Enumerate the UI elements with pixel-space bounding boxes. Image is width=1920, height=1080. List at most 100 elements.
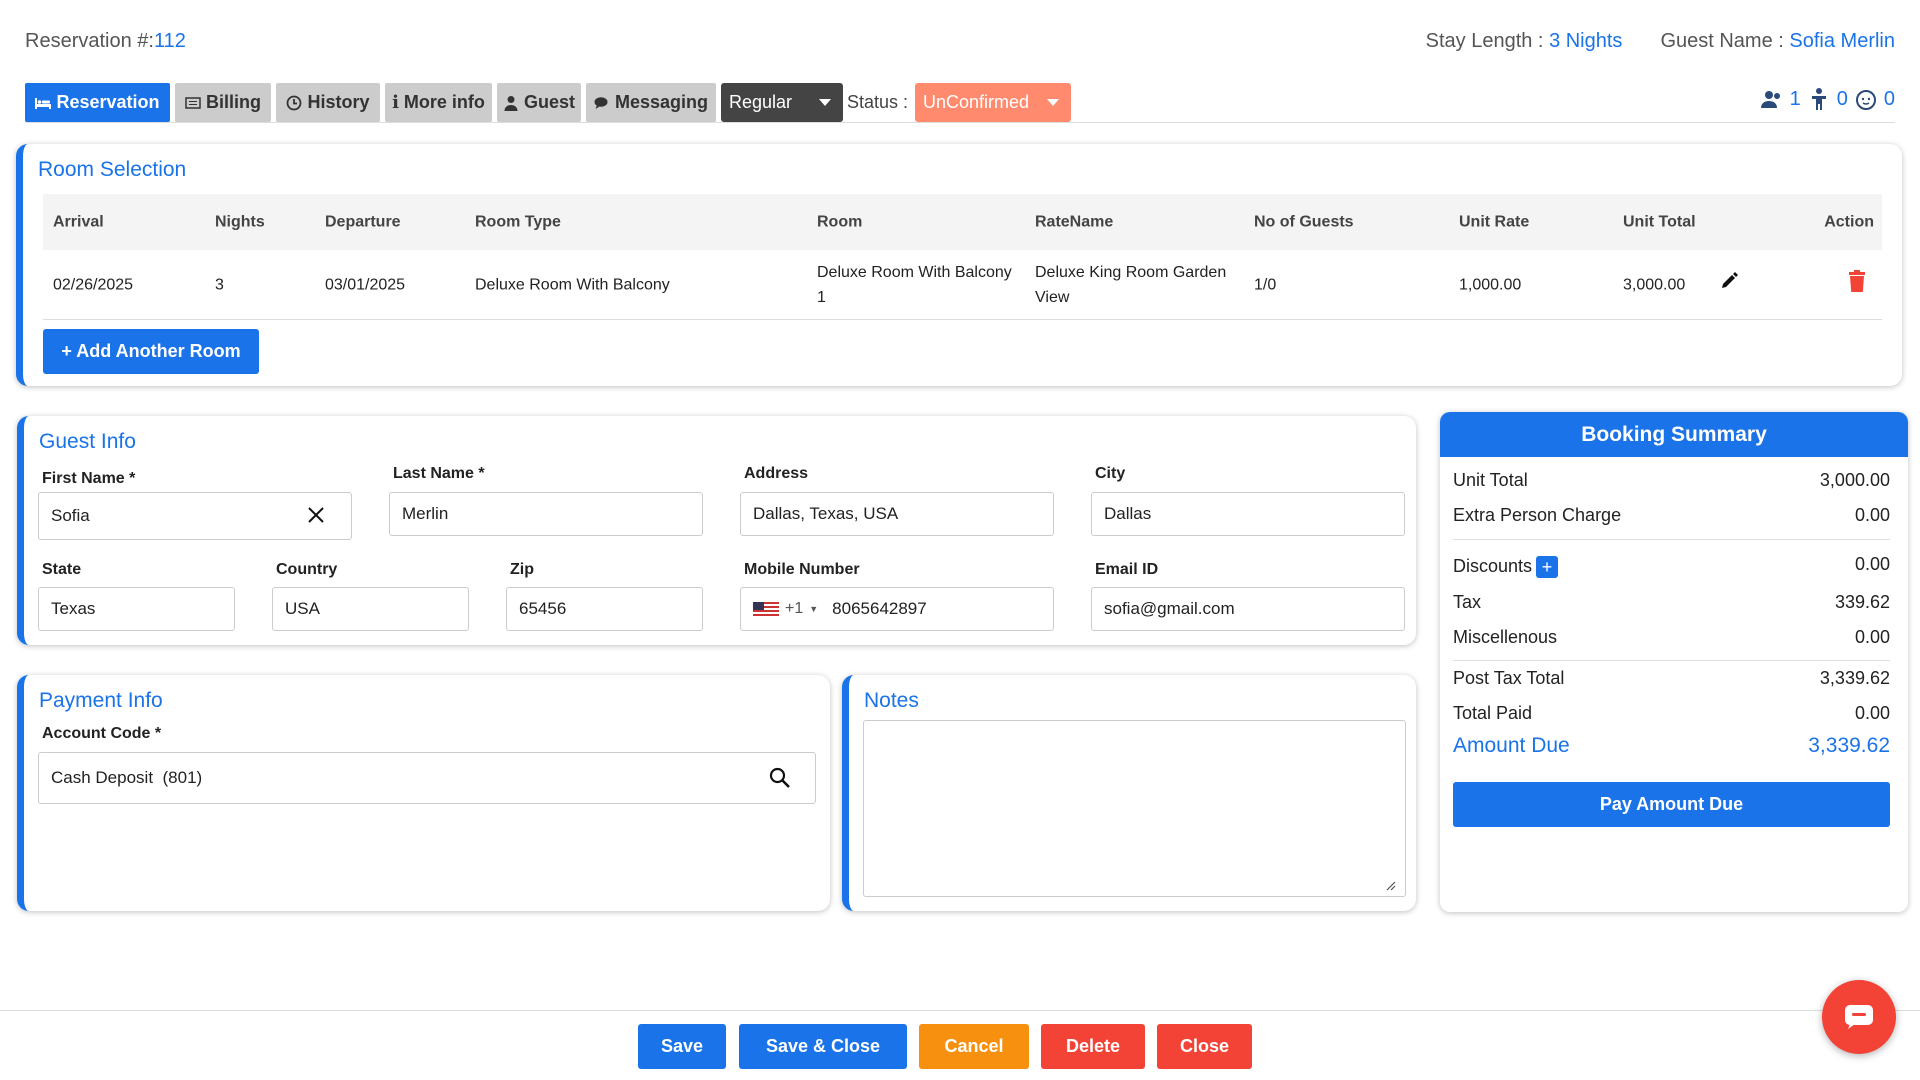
room-selection-card: Room Selection Arrival Nights Departure … [16, 144, 1902, 386]
post-tax-label: Post Tax Total [1453, 668, 1565, 688]
booking-summary-card: Booking Summary Unit Total 3,000.00 Extra… [1440, 412, 1908, 912]
total-paid-label: Total Paid [1453, 703, 1533, 723]
reservation-number: Reservation #:112 [25, 30, 186, 53]
notes-textarea[interactable] [863, 720, 1406, 897]
misc-value: 0.00 [1854, 627, 1890, 647]
status-select-value: UnConfirmed [923, 92, 1030, 112]
zip-label: Zip [510, 561, 534, 578]
total-paid-value: 0.00 [1854, 703, 1890, 723]
room-selection-title: Room Selection [38, 158, 187, 181]
footer-bar: Save Save & Close Cancel Delete Close [0, 1010, 1920, 1080]
guest-info-card: Guest Info First Name * Sofia Last Name … [17, 416, 1416, 645]
summary-misc: Miscellenous 0.00 [1453, 627, 1890, 653]
country-label: Country [276, 561, 338, 578]
cell-room-type: Deluxe Room With Balcony [475, 276, 670, 293]
rate-select[interactable]: Regular [721, 83, 843, 122]
comments-icon [594, 96, 608, 109]
first-name-field[interactable]: Sofia [38, 492, 352, 540]
tab-bar: Reservation Billing History i More info … [25, 83, 1895, 123]
add-discount-button[interactable]: + [1536, 556, 1559, 579]
tab-history[interactable]: History [276, 83, 380, 122]
mobile-field[interactable]: +1 ▼ 8065642897 [740, 587, 1054, 631]
summary-unit-total: Unit Total 3,000.00 [1453, 470, 1890, 496]
status-select[interactable]: UnConfirmed [915, 83, 1071, 122]
unit-total-label: Unit Total [1453, 470, 1528, 490]
tab-billing[interactable]: Billing [175, 83, 271, 122]
close-icon[interactable] [307, 506, 325, 524]
user-icon [504, 95, 518, 111]
summary-divider [1453, 660, 1890, 661]
zip-value: 65456 [519, 599, 567, 618]
chat-icon [1845, 1005, 1873, 1029]
address-field[interactable]: Dallas, Texas, USA [740, 492, 1054, 536]
tab-guest[interactable]: Guest [497, 83, 581, 122]
account-code-field[interactable]: Cash Deposit (801) [38, 752, 816, 804]
children-count: 0 [1836, 87, 1848, 110]
stay-length: Stay Length : 3 Nights [1426, 30, 1623, 53]
search-icon[interactable] [769, 767, 791, 789]
last-name-field[interactable]: Merlin [389, 492, 703, 536]
reservation-id: 112 [153, 30, 186, 52]
cancel-button[interactable]: Cancel [919, 1024, 1029, 1069]
trash-icon[interactable] [1848, 269, 1866, 300]
infants-count: 0 [1883, 87, 1895, 110]
resize-handle-icon[interactable] [1386, 881, 1396, 891]
col-nights: Nights [215, 213, 265, 231]
zip-field[interactable]: 65456 [506, 587, 703, 631]
us-flag-icon [753, 602, 779, 616]
extra-person-value: 0.00 [1854, 505, 1890, 525]
close-button[interactable]: Close [1157, 1024, 1252, 1069]
mobile-value: 8065642897 [832, 599, 927, 618]
add-room-button[interactable]: + Add Another Room [43, 329, 259, 374]
dial-code: +1 [785, 600, 804, 617]
unit-total-value: 3,000.00 [1819, 470, 1890, 490]
city-field[interactable]: Dallas [1091, 492, 1405, 536]
delete-button[interactable]: Delete [1041, 1024, 1145, 1069]
amount-due-value: 3,339.62 [1808, 734, 1890, 757]
stay-length-label: Stay Length : [1425, 30, 1544, 52]
save-button[interactable]: Save [638, 1024, 726, 1069]
summary-discounts: Discounts +0.00 [1453, 554, 1890, 580]
tab-guest-label: Guest [523, 92, 575, 112]
summary-tax: Tax 339.62 [1453, 592, 1890, 618]
discounts-label: Discounts [1453, 556, 1533, 576]
tab-reservation[interactable]: Reservation [25, 83, 170, 122]
pay-amount-due-button[interactable]: Pay Amount Due [1453, 782, 1890, 827]
room-table: Arrival Nights Departure Room Type Room … [43, 194, 1882, 320]
bed-icon [35, 97, 52, 109]
rate-select-value: Regular [729, 92, 793, 112]
booking-summary-title: Booking Summary [1440, 412, 1908, 457]
payment-info-card: Payment Info Account Code * Cash Deposit… [17, 675, 830, 911]
state-field[interactable]: Texas [38, 587, 235, 631]
country-field[interactable]: USA [272, 587, 469, 631]
tab-messaging[interactable]: Messaging [586, 83, 716, 122]
chat-widget-button[interactable] [1822, 980, 1896, 1054]
country-code-select[interactable]: +1 ▼ [753, 600, 818, 618]
guest-name-label: Guest Name : [1660, 30, 1784, 52]
col-guests: No of Guests [1254, 213, 1354, 231]
table-header: Arrival Nights Departure Room Type Room … [43, 194, 1882, 250]
cell-arrival: 02/26/2025 [53, 276, 134, 293]
col-departure: Departure [325, 213, 401, 231]
cell-ratename: Deluxe King Room Garden View [1035, 260, 1226, 310]
caret-down-icon: ▼ [809, 604, 819, 614]
tab-more-info[interactable]: i More info [385, 83, 492, 122]
list-icon [185, 96, 201, 109]
discounts-label-group: Discounts + [1453, 556, 1559, 579]
extra-person-label: Extra Person Charge [1453, 505, 1622, 525]
occupancy-summary: 1 0 0 [1760, 87, 1895, 111]
chevron-down-icon [819, 99, 831, 106]
edit-icon[interactable] [1719, 271, 1739, 299]
col-room-type: Room Type [475, 213, 561, 231]
page-header: Reservation #:112 Stay Length : 3 Nights… [25, 30, 1895, 60]
summary-extra-person: Extra Person Charge 0.00 [1453, 505, 1890, 531]
email-field[interactable]: sofia@gmail.com [1091, 587, 1405, 631]
save-close-button[interactable]: Save & Close [739, 1024, 907, 1069]
summary-total-paid: Total Paid 0.00 [1453, 703, 1890, 729]
status-label: Status : [847, 92, 909, 112]
cell-room-line1: Deluxe Room With Balcony [817, 263, 1012, 281]
tab-more-info-label: More info [403, 92, 485, 112]
clock-icon [287, 95, 302, 110]
col-ratename: RateName [1035, 213, 1114, 231]
child-icon [1811, 88, 1826, 110]
